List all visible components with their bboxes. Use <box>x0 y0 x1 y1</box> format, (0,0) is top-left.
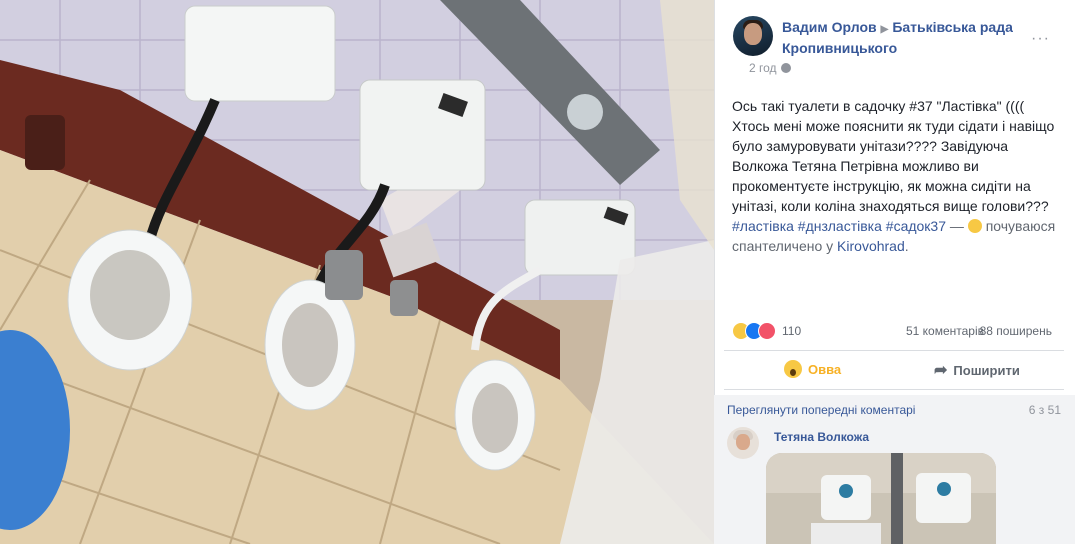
post-photo-graphic <box>0 0 714 544</box>
more-icon[interactable]: ··· <box>1031 31 1051 47</box>
globe-icon <box>780 63 791 73</box>
post-meta: 2 год <box>749 61 791 75</box>
author-line: Вадим Орлов ▶ Батьківська рада Кропивницьк… <box>782 18 1032 58</box>
arrow-right-icon: ▶ <box>880 24 889 35</box>
post-header: Вадим Орлов ▶ Батьківська рада Кропивницьк… <box>733 16 1065 60</box>
author-avatar[interactable] <box>733 16 773 56</box>
post-time[interactable]: 2 год <box>749 61 777 75</box>
post-photo[interactable] <box>0 0 714 544</box>
post-panel: Вадим Орлов ▶ Батьківська рада Кропивницьк… <box>714 0 1075 544</box>
author-name[interactable]: Вадим Орлов <box>782 19 877 35</box>
